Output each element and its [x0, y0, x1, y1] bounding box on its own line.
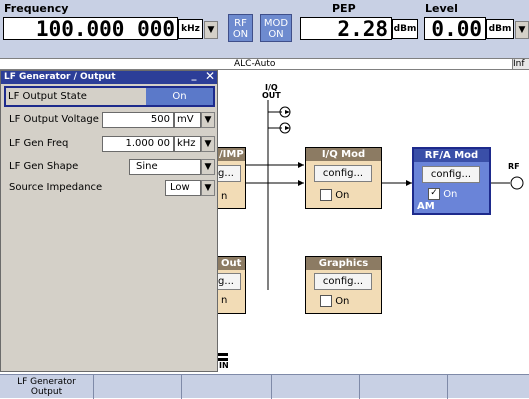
- bottom-port-label: IN: [219, 361, 229, 370]
- lf-output-state-row[interactable]: LF Output State On: [4, 86, 215, 107]
- softkey-5[interactable]: [360, 375, 448, 399]
- graphics-config-button[interactable]: config...: [314, 273, 372, 290]
- rf-mod-block: RF/A Mod config... ✓ On AM: [412, 147, 491, 215]
- rf-out-label: RF: [508, 162, 520, 171]
- graphics-block: Graphics config... On: [305, 256, 382, 314]
- rf-mod-config-button[interactable]: config...: [422, 166, 480, 183]
- lf-gen-shape-select[interactable]: Sine: [129, 159, 201, 175]
- lf-output-state-label: LF Output State: [8, 91, 87, 102]
- freq-unit-dropdown-icon[interactable]: ▼: [201, 136, 215, 152]
- rf-on-button[interactable]: RF ON: [228, 14, 253, 42]
- rf-toggle-line1: RF: [234, 18, 247, 29]
- level-value: 0.00: [431, 17, 482, 41]
- frequency-label: Frequency: [4, 2, 69, 15]
- rf-mod-sub: AM: [417, 201, 435, 212]
- frequency-unit-dropdown-icon[interactable]: ▼: [204, 21, 218, 39]
- level-field[interactable]: 0.00: [424, 17, 486, 41]
- iq-mod-checkbox[interactable]: [320, 189, 332, 201]
- mod-toggle-line1: MOD: [263, 18, 289, 29]
- graphics-on-label: On: [335, 296, 350, 307]
- lf-out-state: n: [221, 295, 228, 306]
- rf-mod-state[interactable]: ✓ On: [428, 188, 457, 200]
- close-icon[interactable]: ✕: [203, 69, 217, 83]
- softkey-2[interactable]: [94, 375, 182, 399]
- fmpm-state: n: [221, 191, 228, 202]
- softkey-6[interactable]: [448, 375, 529, 399]
- source-impedance-label: Source Impedance: [9, 182, 103, 193]
- minimize-icon[interactable]: _: [187, 70, 201, 83]
- frequency-value: 100.000 000: [35, 17, 175, 41]
- header-bar: Frequency 100.000 000 kHz ▼ RF ON MOD ON…: [0, 0, 529, 58]
- lf-gen-shape-label: LF Gen Shape: [9, 161, 79, 172]
- rf-mod-on-label: On: [443, 189, 458, 200]
- frequency-field[interactable]: 100.000 000: [3, 17, 178, 41]
- lf-output-voltage-unit[interactable]: mV: [174, 112, 201, 128]
- iq-mod-block: I/Q Mod config... On: [305, 147, 382, 209]
- iq-mod-state[interactable]: On: [320, 189, 349, 201]
- mod-on-button[interactable]: MOD ON: [260, 14, 292, 42]
- level-label: Level: [425, 2, 458, 15]
- info-button[interactable]: Inf: [512, 59, 529, 69]
- lf-gen-freq-input[interactable]: 1.000 00: [102, 136, 174, 152]
- lf-gen-freq-label: LF Gen Freq: [9, 138, 69, 149]
- softkey-3[interactable]: [182, 375, 272, 399]
- pep-field: 2.28: [300, 17, 392, 41]
- alc-status: ALC-Auto: [234, 59, 276, 69]
- shape-dropdown-icon[interactable]: ▼: [201, 159, 215, 175]
- lf-output-voltage-input[interactable]: 500: [102, 112, 174, 128]
- softkey-lf-generator-output[interactable]: LF Generator Output: [0, 375, 94, 399]
- softkey-4[interactable]: [272, 375, 360, 399]
- level-unit[interactable]: dBm: [486, 19, 514, 39]
- graphics-title: Graphics: [306, 257, 381, 270]
- dialog-title: LF Generator / Output: [4, 72, 116, 82]
- rf-toggle-line2: ON: [232, 29, 249, 40]
- pep-unit: dBm: [392, 19, 418, 39]
- lf-generator-dialog: LF Generator / Output _ ✕ LF Output Stat…: [0, 69, 218, 372]
- iq-out-label: I/Q OUT: [262, 83, 281, 100]
- graphics-checkbox[interactable]: [320, 295, 332, 307]
- level-unit-dropdown-icon[interactable]: ▼: [515, 21, 529, 39]
- lf-output-state-button[interactable]: On: [146, 88, 213, 105]
- rf-mod-checkbox[interactable]: ✓: [428, 188, 440, 200]
- status-bar: ALC-Auto Inf: [0, 58, 529, 70]
- mod-toggle-line2: ON: [268, 29, 284, 40]
- iq-mod-config-button[interactable]: config...: [314, 165, 372, 182]
- lf-gen-freq-unit[interactable]: kHz: [174, 136, 201, 152]
- rf-mod-title: RF/A Mod: [414, 149, 489, 162]
- iq-mod-title: I/Q Mod: [306, 148, 381, 161]
- iq-mod-on-label: On: [335, 190, 350, 201]
- frequency-unit[interactable]: kHz: [178, 19, 203, 39]
- lf-output-voltage-label: LF Output Voltage: [9, 114, 99, 125]
- pep-value: 2.28: [337, 17, 388, 41]
- dialog-title-bar: LF Generator / Output: [1, 71, 217, 84]
- source-impedance-select[interactable]: Low: [165, 180, 201, 196]
- graphics-state[interactable]: On: [320, 295, 349, 307]
- voltage-unit-dropdown-icon[interactable]: ▼: [201, 112, 215, 128]
- impedance-dropdown-icon[interactable]: ▼: [201, 180, 215, 196]
- softkey-bar: LF Generator Output: [0, 374, 529, 399]
- pep-label: PEP: [332, 2, 356, 15]
